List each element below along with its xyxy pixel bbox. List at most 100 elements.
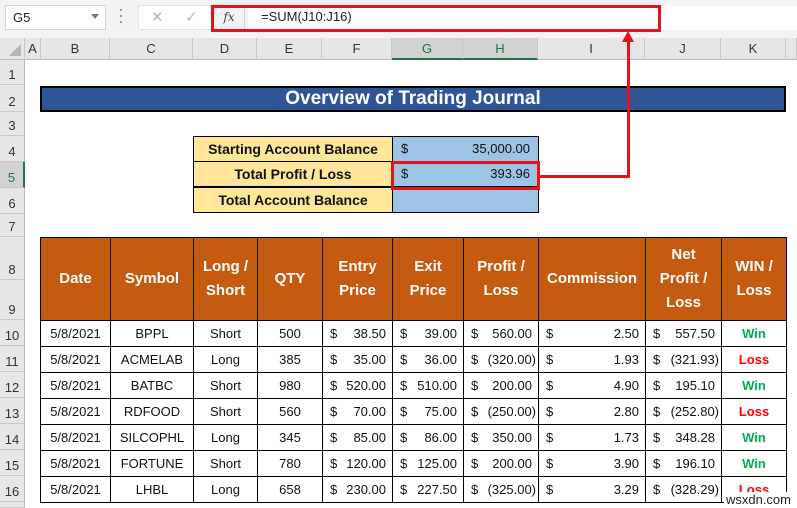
enter-check-icon[interactable]: ✓ <box>185 8 198 26</box>
cell-entry[interactable]: $85.00 <box>322 424 393 451</box>
cell-commission[interactable]: $1.73 <box>538 424 646 451</box>
column-header-e[interactable]: E <box>257 38 322 60</box>
cancel-icon[interactable]: ✕ <box>151 8 164 26</box>
summary-value-total-account-balance[interactable] <box>392 187 539 213</box>
cell-commission[interactable]: $2.50 <box>538 320 646 347</box>
cell-pl[interactable]: $200.00 <box>463 372 539 399</box>
column-title[interactable]: Long / Short <box>193 237 258 321</box>
row-header-11[interactable]: 11 <box>0 346 25 372</box>
cell-side[interactable]: Short <box>193 320 258 347</box>
summary-label-starting-balance[interactable]: Starting Account Balance <box>193 136 393 162</box>
cell-commission[interactable]: $3.90 <box>538 450 646 477</box>
cell-result[interactable]: Win <box>721 372 787 399</box>
row-header-6[interactable]: 6 <box>0 188 25 214</box>
column-title[interactable]: WIN / Loss <box>721 237 787 321</box>
cell-exit[interactable]: $75.00 <box>392 398 464 425</box>
column-title[interactable]: Commission <box>538 237 646 321</box>
cell-qty[interactable]: 980 <box>257 372 323 399</box>
cell-net[interactable]: $195.10 <box>645 372 722 399</box>
cell-commission[interactable]: $4.90 <box>538 372 646 399</box>
cell-commission[interactable]: $1.93 <box>538 346 646 373</box>
column-header-f[interactable]: F <box>322 38 392 60</box>
cell-pl[interactable]: $ (320.00) <box>463 346 539 373</box>
cell-date[interactable]: 5/8/2021 <box>40 346 111 373</box>
cell-exit[interactable]: $36.00 <box>392 346 464 373</box>
summary-label-total-profit-loss[interactable]: Total Profit / Loss <box>193 161 393 187</box>
cell-result[interactable]: Win <box>721 450 787 477</box>
cell-side[interactable]: Short <box>193 450 258 477</box>
column-title[interactable]: Entry Price <box>322 237 393 321</box>
drag-handle-icon[interactable] <box>120 9 123 25</box>
cell-symbol[interactable]: BPPL <box>110 320 194 347</box>
cell-pl[interactable]: $ (250.00) <box>463 398 539 425</box>
chevron-down-icon[interactable] <box>91 14 99 19</box>
cell-entry[interactable]: $35.00 <box>322 346 393 373</box>
cell-result[interactable]: Win <box>721 320 787 347</box>
cell-net[interactable]: $ (321.93) <box>645 346 722 373</box>
summary-value-starting-balance[interactable]: $ 35,000.00 <box>392 136 539 162</box>
row-header-9[interactable]: 9 <box>0 280 25 320</box>
column-title[interactable]: Profit / Loss <box>463 237 539 321</box>
cell-side[interactable]: Long <box>193 346 258 373</box>
summary-label-total-account-balance[interactable]: Total Account Balance <box>193 187 393 213</box>
cell-net[interactable]: $ (252.80) <box>645 398 722 425</box>
cell-entry[interactable]: $120.00 <box>322 450 393 477</box>
cell-commission[interactable]: $2.80 <box>538 398 646 425</box>
cell-symbol[interactable]: LHBL <box>110 476 194 503</box>
cell-symbol[interactable]: SILCOPHL <box>110 424 194 451</box>
cell-date[interactable]: 5/8/2021 <box>40 372 111 399</box>
row-header-partial[interactable] <box>0 502 25 508</box>
cell-qty[interactable]: 385 <box>257 346 323 373</box>
column-header-h[interactable]: H <box>463 38 538 60</box>
cell-date[interactable]: 5/8/2021 <box>40 398 111 425</box>
cell-pl[interactable]: $350.00 <box>463 424 539 451</box>
cell-side[interactable]: Long <box>193 424 258 451</box>
cell-symbol[interactable]: BATBC <box>110 372 194 399</box>
cell-exit[interactable]: $125.00 <box>392 450 464 477</box>
name-box[interactable]: G5 <box>5 5 106 30</box>
cell-symbol[interactable]: FORTUNE <box>110 450 194 477</box>
cell-commission[interactable]: $3.29 <box>538 476 646 503</box>
row-header-4[interactable]: 4 <box>0 136 25 162</box>
cell-date[interactable]: 5/8/2021 <box>40 476 111 503</box>
column-header-j[interactable]: J <box>645 38 721 60</box>
row-header-14[interactable]: 14 <box>0 424 25 450</box>
cell-entry[interactable]: $230.00 <box>322 476 393 503</box>
cell-pl[interactable]: $560.00 <box>463 320 539 347</box>
cell-result[interactable]: Win <box>721 424 787 451</box>
column-header-b[interactable]: B <box>41 38 110 60</box>
cell-date[interactable]: 5/8/2021 <box>40 424 111 451</box>
cell-pl[interactable]: $ (325.00) <box>463 476 539 503</box>
row-header-12[interactable]: 12 <box>0 372 25 398</box>
column-header-c[interactable]: C <box>110 38 193 60</box>
select-all-button[interactable] <box>0 38 25 60</box>
row-header-3[interactable]: 3 <box>0 112 25 136</box>
cell-net[interactable]: $348.28 <box>645 424 722 451</box>
cell-exit[interactable]: $227.50 <box>392 476 464 503</box>
cell-entry[interactable]: $70.00 <box>322 398 393 425</box>
cell-pl[interactable]: $200.00 <box>463 450 539 477</box>
row-header-7[interactable]: 7 <box>0 214 25 237</box>
row-header-15[interactable]: 15 <box>0 450 25 476</box>
column-title[interactable]: QTY <box>257 237 323 321</box>
cell-net[interactable]: $ (328.29) <box>645 476 722 503</box>
cell-entry[interactable]: $38.50 <box>322 320 393 347</box>
column-header-g[interactable]: G <box>392 38 463 60</box>
row-header-13[interactable]: 13 <box>0 398 25 424</box>
column-title[interactable]: Exit Price <box>392 237 464 321</box>
cell-net[interactable]: $557.50 <box>645 320 722 347</box>
cell-side[interactable]: Long <box>193 476 258 503</box>
cell-exit[interactable]: $86.00 <box>392 424 464 451</box>
cell-side[interactable]: Short <box>193 398 258 425</box>
cell-date[interactable]: 5/8/2021 <box>40 450 111 477</box>
cell-result[interactable]: Loss <box>721 346 787 373</box>
column-header-partial[interactable] <box>786 38 797 60</box>
column-header-k[interactable]: K <box>721 38 786 60</box>
cell-date[interactable]: 5/8/2021 <box>40 320 111 347</box>
cell-net[interactable]: $196.10 <box>645 450 722 477</box>
column-title[interactable]: Symbol <box>110 237 194 321</box>
row-header-2[interactable]: 2 <box>0 85 25 112</box>
cell-result[interactable]: Loss <box>721 398 787 425</box>
row-header-1[interactable]: 1 <box>0 60 25 85</box>
row-header-5[interactable]: 5 <box>0 162 25 188</box>
